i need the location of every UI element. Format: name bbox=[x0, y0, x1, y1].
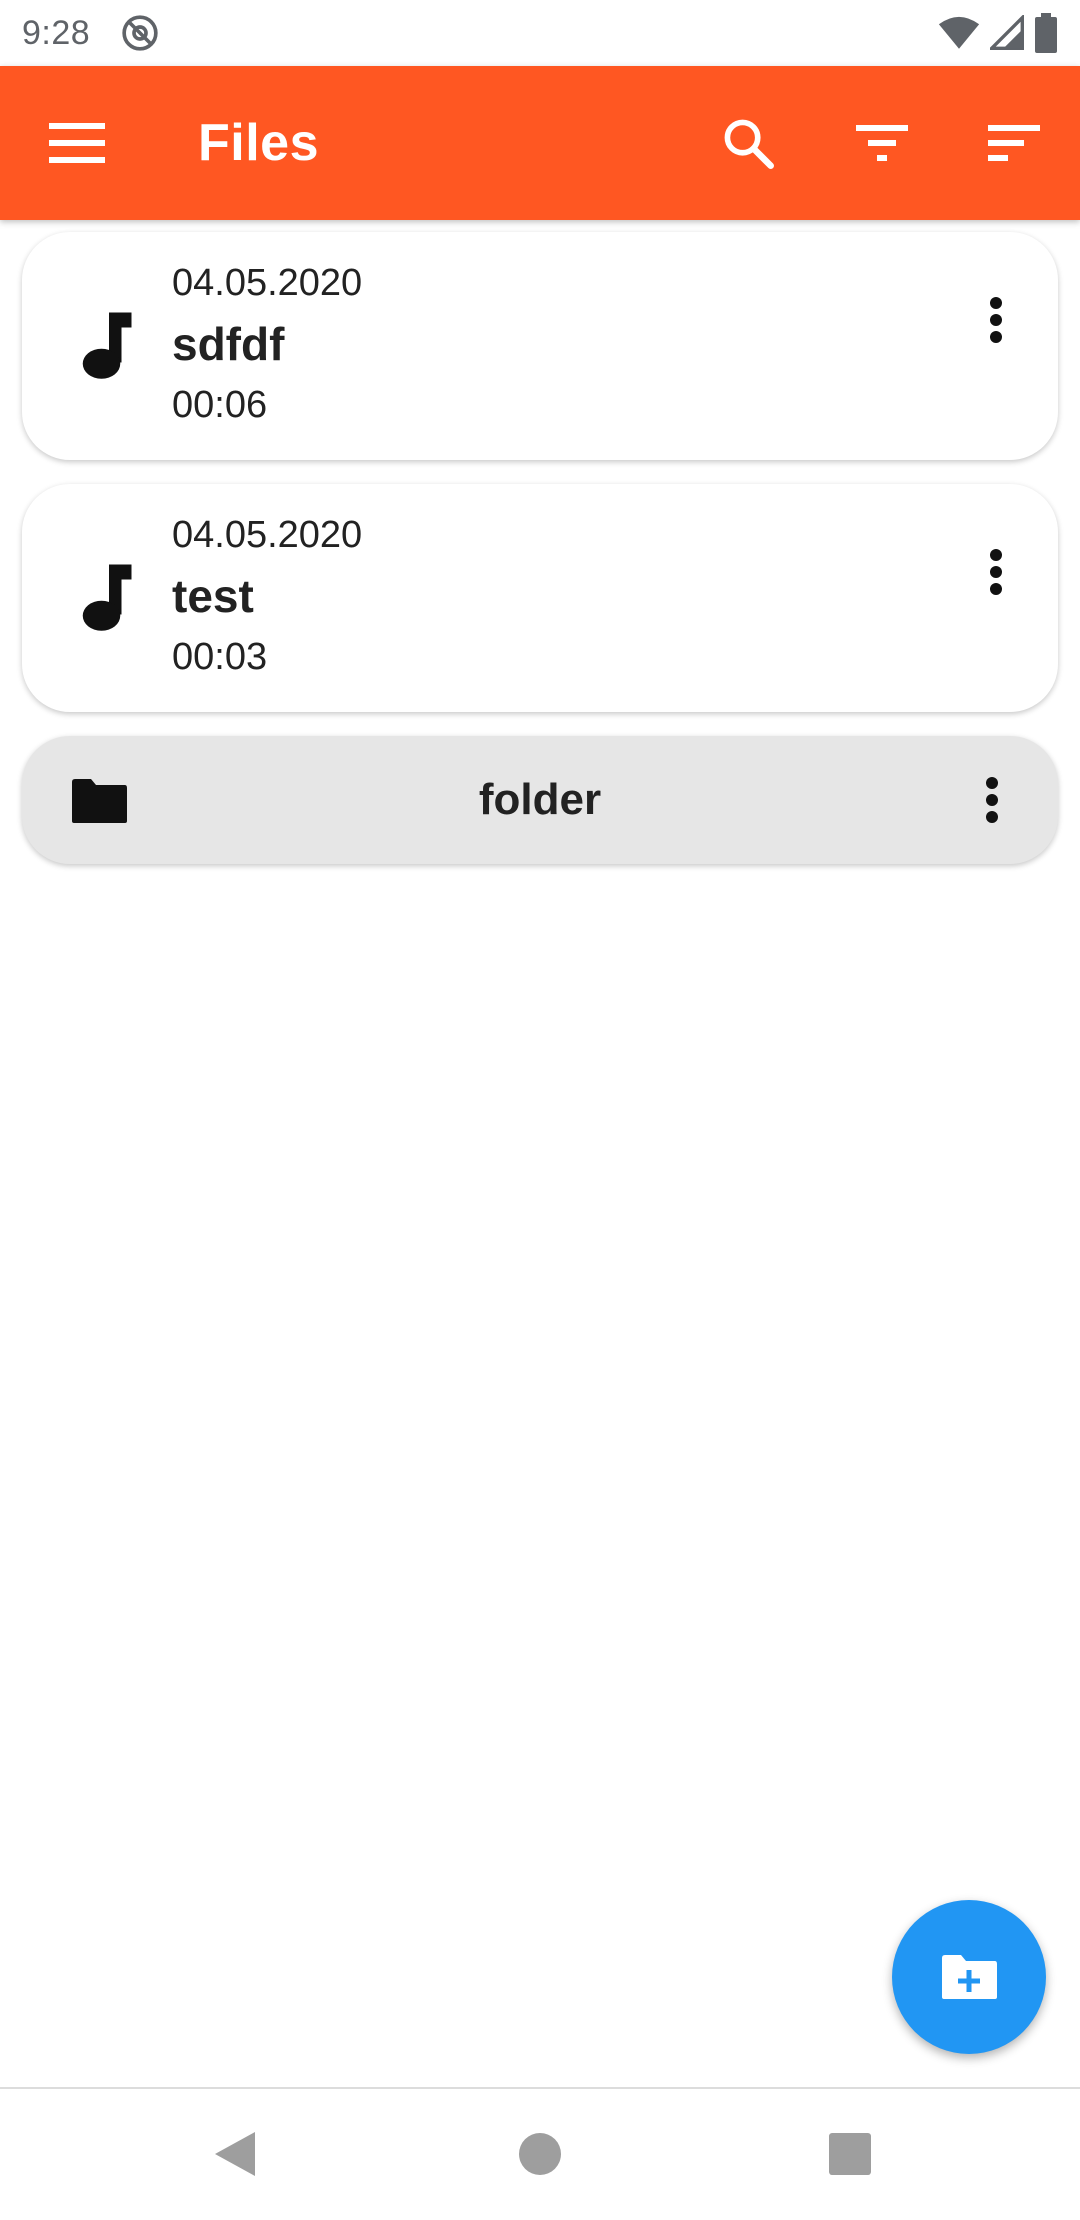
file-options-button[interactable] bbox=[956, 280, 1036, 360]
recents-icon bbox=[829, 2133, 871, 2175]
sort-icon bbox=[988, 125, 1040, 161]
filter-button[interactable] bbox=[827, 88, 937, 198]
search-icon bbox=[724, 119, 774, 169]
more-vert-icon bbox=[990, 297, 1002, 343]
app-bar: Files bbox=[0, 66, 1080, 220]
folder-options-button[interactable] bbox=[952, 760, 1032, 840]
battery-icon bbox=[1035, 13, 1057, 53]
nav-home-button[interactable] bbox=[495, 2109, 585, 2199]
nav-back-button[interactable] bbox=[190, 2109, 280, 2199]
folder-card[interactable]: folder bbox=[22, 736, 1058, 864]
music-note-icon bbox=[82, 564, 132, 631]
create-folder-icon bbox=[942, 1955, 997, 1999]
file-duration: 00:03 bbox=[172, 636, 268, 678]
status-icons bbox=[938, 13, 1058, 53]
music-note-icon bbox=[82, 312, 132, 379]
file-duration: 00:06 bbox=[172, 384, 268, 426]
screen: 9:28 Files 04.05.2020 sdfdf 00:06 04.05.… bbox=[0, 0, 1080, 2220]
more-vert-icon bbox=[986, 777, 998, 823]
file-options-button[interactable] bbox=[956, 532, 1036, 612]
wifi-icon bbox=[938, 16, 980, 49]
menu-icon bbox=[49, 123, 105, 163]
home-icon bbox=[519, 2133, 561, 2175]
at-sign-icon bbox=[122, 15, 158, 51]
file-name: test bbox=[172, 570, 254, 622]
signal-icon bbox=[990, 15, 1024, 50]
file-date: 04.05.2020 bbox=[172, 514, 363, 556]
folder-name: folder bbox=[478, 775, 602, 824]
file-card[interactable]: 04.05.2020 sdfdf 00:06 bbox=[22, 232, 1058, 460]
file-date: 04.05.2020 bbox=[172, 262, 363, 304]
back-icon bbox=[215, 2132, 255, 2176]
filter-icon bbox=[856, 125, 908, 161]
create-folder-button[interactable] bbox=[892, 1900, 1046, 2054]
system-nav-bar bbox=[0, 2089, 1080, 2220]
file-card[interactable]: 04.05.2020 test 00:03 bbox=[22, 484, 1058, 712]
page-title: Files bbox=[198, 114, 319, 172]
status-bar: 9:28 bbox=[0, 0, 1080, 66]
nav-recents-button[interactable] bbox=[805, 2109, 895, 2199]
search-button[interactable] bbox=[693, 88, 803, 198]
status-time: 9:28 bbox=[22, 13, 91, 52]
sort-button[interactable] bbox=[959, 88, 1069, 198]
menu-button[interactable] bbox=[22, 88, 132, 198]
file-name: sdfdf bbox=[172, 318, 285, 370]
more-vert-icon bbox=[990, 549, 1002, 595]
